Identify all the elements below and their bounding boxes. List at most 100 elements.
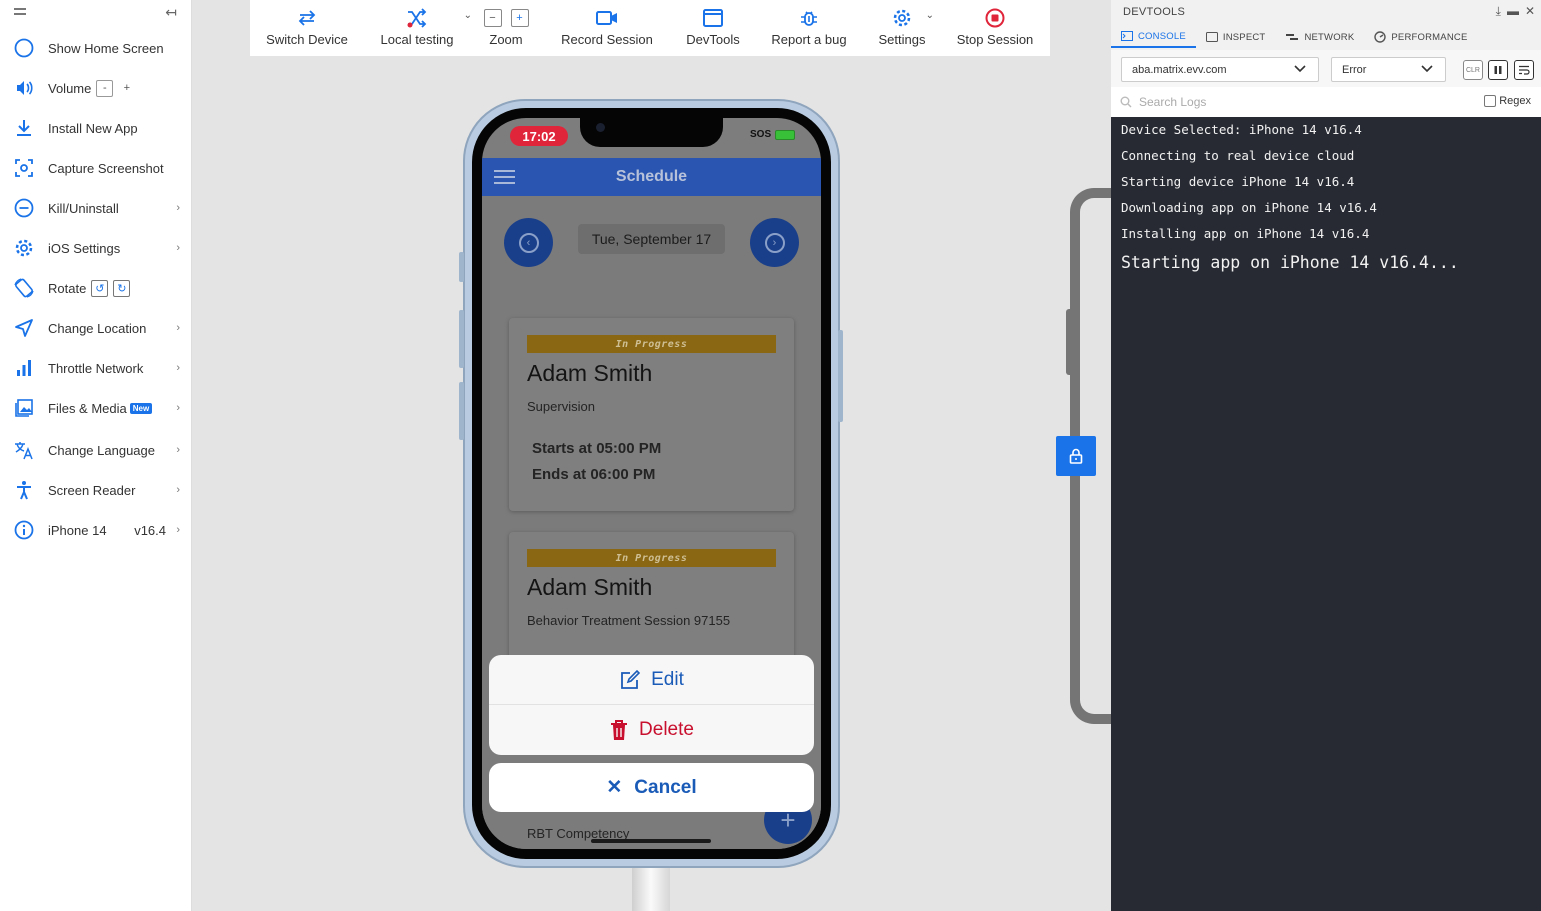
tab-label: INSPECT xyxy=(1222,31,1266,43)
log-search-bar: Regex xyxy=(1111,87,1541,117)
device-screen[interactable]: Schedule 17:02 SOS ‹ Tue, September 17 ›… xyxy=(482,118,821,849)
close-icon: ✕ xyxy=(606,777,623,798)
zoom-in-button[interactable]: + xyxy=(510,9,529,27)
new-badge: New xyxy=(129,402,153,414)
checkbox-box[interactable] xyxy=(1484,95,1497,107)
info-icon xyxy=(12,518,36,542)
wrap-lines-icon xyxy=(1519,65,1530,75)
mute-switch xyxy=(459,252,464,282)
chevron-right-icon: › xyxy=(176,524,180,536)
window-icon xyxy=(703,8,723,28)
record-session-button[interactable]: Record Session xyxy=(542,0,672,56)
sidebar-item-label: Install New App xyxy=(48,120,138,136)
devtools-window-controls: ⤓ ▬ ✕ xyxy=(1496,4,1535,19)
tab-inspect[interactable]: INSPECT xyxy=(1196,26,1276,48)
local-testing-button[interactable]: Local testing ⌄ xyxy=(364,0,472,56)
home-circle-icon xyxy=(12,36,36,60)
home-indicator[interactable] xyxy=(591,839,711,843)
log-line: Starting device iPhone 14 v16.4 xyxy=(1121,174,1355,189)
sidebar-item-screen-reader[interactable]: Screen Reader › xyxy=(0,470,192,510)
settings-label: Settings xyxy=(878,32,926,47)
volume-up-button[interactable]: + xyxy=(118,79,136,97)
tab-performance[interactable]: PERFORMANCE xyxy=(1364,26,1477,48)
session-type: Behavior Treatment Session 97155 xyxy=(527,613,731,628)
ios-version: v16.4 xyxy=(134,522,166,538)
sidebar-header: ↤ xyxy=(0,0,191,26)
lock-icon xyxy=(1069,448,1083,464)
next-day-button[interactable]: › xyxy=(750,218,799,267)
dock-icon[interactable]: ▬ xyxy=(1507,4,1519,19)
rotate-left-button[interactable]: ↺ xyxy=(91,279,109,297)
sidebar-item-capture-screenshot[interactable]: Capture Screenshot xyxy=(0,148,192,188)
zoom-label: Zoom xyxy=(489,32,523,47)
camera-icon xyxy=(596,123,605,132)
tab-network[interactable]: NETWORK xyxy=(1275,26,1364,48)
clear-logs-button[interactable]: CLR xyxy=(1463,60,1483,80)
devtools-button[interactable]: DevTools xyxy=(672,0,754,56)
rotate-right-button[interactable]: ↻ xyxy=(113,279,131,297)
translate-icon xyxy=(12,438,36,462)
chevron-down-icon xyxy=(1421,63,1433,78)
sidebar-item-install-new-app[interactable]: Install New App xyxy=(0,108,192,148)
download-icon[interactable]: ⤓ xyxy=(1496,4,1501,19)
tab-console[interactable]: CONSOLE xyxy=(1111,26,1196,48)
sidebar-item-label: Change Language xyxy=(48,442,155,458)
log-level-value: Error xyxy=(1342,63,1367,76)
edit-button[interactable]: Edit xyxy=(489,655,814,705)
devtools-panel: DEVTOOLS ⤓ ▬ ✕ CONSOLE INSPECT NETWORK P… xyxy=(1111,0,1541,911)
action-sheet: Edit Delete xyxy=(489,655,814,755)
log-line: Connecting to real device cloud xyxy=(1121,148,1355,163)
app-title: Schedule xyxy=(615,168,688,185)
url-select[interactable]: aba.matrix.evv.com xyxy=(1121,57,1319,82)
sidebar-item-label: Screen Reader xyxy=(48,482,136,498)
pause-button[interactable] xyxy=(1488,60,1508,80)
chevron-right-icon: › xyxy=(176,444,180,456)
report-bug-label: Report a bug xyxy=(771,32,847,47)
cancel-button[interactable]: ✕ Cancel xyxy=(489,763,814,812)
start-time: Starts at 05:00 PM xyxy=(532,440,662,457)
sidebar-item-change-language[interactable]: Change Language › xyxy=(0,430,192,470)
sidebar-item-ios-settings[interactable]: iOS Settings › xyxy=(0,228,192,268)
lock-orientation-button[interactable] xyxy=(1056,436,1096,476)
volume-down-button[interactable]: - xyxy=(96,79,114,97)
end-time: Ends at 06:00 PM xyxy=(532,466,656,483)
collapse-sidebar-icon[interactable]: ↤ xyxy=(165,4,177,21)
edit-icon xyxy=(619,669,641,691)
close-icon[interactable]: ✕ xyxy=(1525,4,1535,19)
status-badge: In Progress xyxy=(527,335,776,353)
search-logs-input[interactable] xyxy=(1139,93,1439,111)
menu-icon[interactable] xyxy=(14,8,26,18)
log-level-select[interactable]: Error xyxy=(1331,57,1446,82)
zoom-out-button[interactable]: − xyxy=(483,9,502,27)
wrap-lines-button[interactable] xyxy=(1514,60,1534,80)
sidebar-item-files-media[interactable]: Files & Media New › xyxy=(0,388,192,428)
session-toolbar: Switch Device Local testing ⌄ − + Zoom R… xyxy=(250,0,1050,56)
delete-button[interactable]: Delete xyxy=(489,705,814,755)
sidebar-item-kill-uninstall[interactable]: Kill/Uninstall › xyxy=(0,188,192,228)
chevron-left-icon: ‹ xyxy=(518,232,539,253)
previous-day-button[interactable]: ‹ xyxy=(504,218,553,267)
date-selector[interactable]: Tue, September 17 xyxy=(578,224,725,254)
sidebar-item-show-home-screen[interactable]: Show Home Screen xyxy=(0,28,192,68)
console-icon xyxy=(1121,31,1133,41)
app-header: Schedule xyxy=(482,158,821,196)
appointment-card[interactable]: In Progress Adam Smith Supervision Start… xyxy=(509,318,794,511)
sidebar-item-change-location[interactable]: Change Location › xyxy=(0,308,192,348)
settings-button[interactable]: Settings ⌄ xyxy=(864,0,940,56)
sidebar-item-label: Show Home Screen xyxy=(48,40,164,56)
switch-device-button[interactable]: Switch Device xyxy=(250,0,364,56)
stop-session-button[interactable]: Stop Session xyxy=(940,0,1050,56)
console-output: Device Selected: iPhone 14 v16.4 Connect… xyxy=(1111,117,1541,277)
sidebar-item-device-info[interactable]: iPhone 14 v16.4 › xyxy=(0,510,192,550)
chevron-down-icon[interactable]: ⌄ xyxy=(926,10,934,21)
report-bug-button[interactable]: Report a bug xyxy=(754,0,864,56)
record-session-label: Record Session xyxy=(561,32,653,47)
regex-checkbox[interactable]: Regex xyxy=(1484,95,1531,107)
url-select-value: aba.matrix.evv.com xyxy=(1132,63,1227,76)
chevron-right-icon: › xyxy=(176,322,180,334)
sidebar-item-label: iOS Settings xyxy=(48,240,121,256)
tab-label: PERFORMANCE xyxy=(1391,31,1468,43)
gear-icon xyxy=(12,236,36,260)
sidebar-item-throttle-network[interactable]: Throttle Network › xyxy=(0,348,192,388)
left-sidebar: ↤ Show Home Screen Volume - + Install Ne… xyxy=(0,0,192,911)
